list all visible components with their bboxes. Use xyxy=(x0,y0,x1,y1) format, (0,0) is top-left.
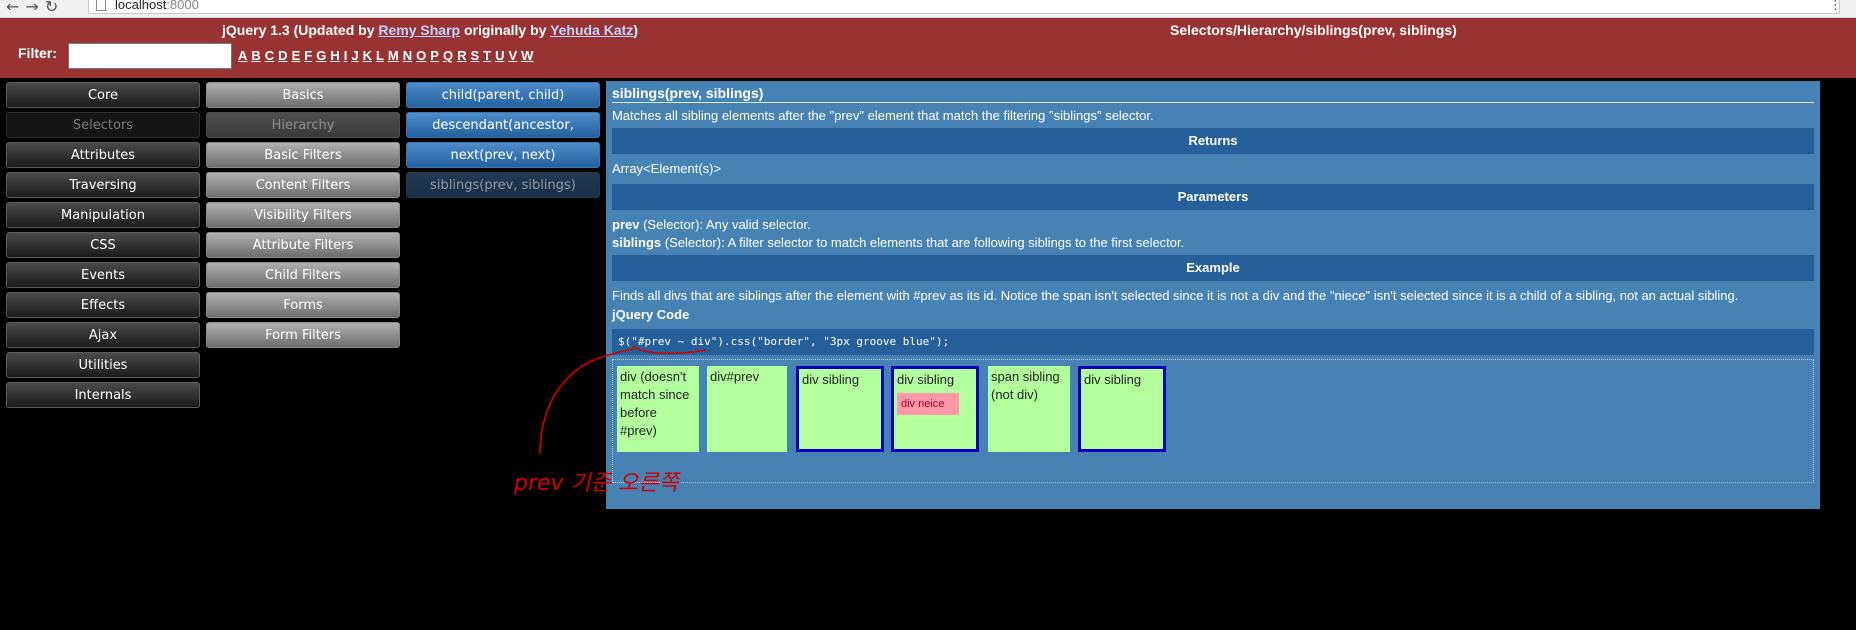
category-menu: Core Selectors Attributes Traversing Manipul… xyxy=(6,82,200,412)
letter-link-u[interactable]: U xyxy=(495,48,504,63)
menu-item-attributes[interactable]: Attributes xyxy=(6,142,200,168)
submenu-item-basic-filters[interactable]: Basic Filters xyxy=(206,142,400,168)
param-prev: prev (Selector): Any valid selector. xyxy=(612,217,811,232)
menu-item-events[interactable]: Events xyxy=(6,262,200,288)
filter-label: Filter: xyxy=(18,45,57,61)
demo-div-before: div (doesn't match since before #prev) xyxy=(617,366,699,452)
letter-link-g[interactable]: G xyxy=(316,48,326,63)
menu-item-effects[interactable]: Effects xyxy=(6,292,200,318)
param-siblings: siblings (Selector): A filter selector t… xyxy=(612,235,1185,250)
letter-link-i[interactable]: I xyxy=(344,48,348,63)
menu-item-traversing[interactable]: Traversing xyxy=(6,172,200,198)
letter-link-r[interactable]: R xyxy=(457,48,466,63)
header: jQuery 1.3 (Updated by Remy Sharp origin… xyxy=(0,18,1856,78)
parameters-heading: Parameters xyxy=(612,184,1814,210)
example-heading: Example xyxy=(612,255,1814,281)
letter-link-p[interactable]: P xyxy=(430,48,439,63)
letter-link-j[interactable]: J xyxy=(351,48,358,63)
method-item-siblings-prev-siblings[interactable]: siblings(prev, siblings) xyxy=(406,172,600,198)
method-menu: child(parent, child) descendant(ancestor,… xyxy=(406,82,600,202)
menu-item-css[interactable]: CSS xyxy=(6,232,200,258)
letter-link-v[interactable]: V xyxy=(508,48,517,63)
demo-area: div (doesn't match since before #prev) d… xyxy=(612,359,1814,483)
back-forward-reload-icons[interactable]: ←→↻ xyxy=(6,0,64,16)
author-link-remy[interactable]: Remy Sharp xyxy=(378,22,460,38)
menu-item-selectors[interactable]: Selectors xyxy=(6,112,200,138)
browser-menu-icon[interactable]: ⋮ xyxy=(1829,0,1842,13)
letter-link-h[interactable]: H xyxy=(330,48,339,63)
letter-link-l[interactable]: L xyxy=(376,48,384,63)
doc-description: Matches all sibling elements after the "… xyxy=(612,108,1154,123)
letter-link-a[interactable]: A xyxy=(238,48,247,63)
filter-input[interactable] xyxy=(68,43,232,69)
submenu-item-attribute-filters[interactable]: Attribute Filters xyxy=(206,232,400,258)
letter-link-d[interactable]: D xyxy=(278,48,287,63)
letter-link-e[interactable]: E xyxy=(292,48,301,63)
submenu-item-basics[interactable]: Basics xyxy=(206,82,400,108)
submenu-item-child-filters[interactable]: Child Filters xyxy=(206,262,400,288)
address-bar[interactable]: localhost:8000 xyxy=(88,0,1840,14)
url-text: localhost:8000 xyxy=(115,0,199,12)
demo-div-sibling-2: div sibling div neice xyxy=(891,366,979,452)
method-item-next-prev-next[interactable]: next(prev, next) xyxy=(406,142,600,168)
jquery-code-heading: jQuery Code xyxy=(612,307,690,322)
letter-link-w[interactable]: W xyxy=(521,48,533,63)
example-description: Finds all divs that are siblings after t… xyxy=(612,288,1739,303)
method-item-descendant-ancestor[interactable]: descendant(ancestor, xyxy=(406,112,600,138)
menu-item-core[interactable]: Core xyxy=(6,82,200,108)
demo-div-sibling-3: div sibling xyxy=(1078,366,1166,452)
demo-div-niece: div neice xyxy=(897,393,959,415)
demo-div-prev: div#prev xyxy=(707,366,787,452)
page-icon xyxy=(96,0,106,11)
method-item-child-parent-child[interactable]: child(parent, child) xyxy=(406,82,600,108)
letter-link-q[interactable]: Q xyxy=(443,48,453,63)
returns-value: Array<Element(s)> xyxy=(612,161,722,176)
author-link-yehuda[interactable]: Yehuda Katz xyxy=(550,22,633,38)
letter-link-n[interactable]: N xyxy=(403,48,412,63)
letter-link-c[interactable]: C xyxy=(265,48,274,63)
demo-span-sibling: span sibling (not div) xyxy=(988,366,1070,452)
letter-link-f[interactable]: F xyxy=(304,48,312,63)
submenu-item-hierarchy[interactable]: Hierarchy xyxy=(206,112,400,138)
letter-link-o[interactable]: O xyxy=(416,48,426,63)
subcategory-menu: Basics Hierarchy Basic Filters Content Filt… xyxy=(206,82,400,352)
submenu-item-form-filters[interactable]: Form Filters xyxy=(206,322,400,348)
submenu-item-visibility-filters[interactable]: Visibility Filters xyxy=(206,202,400,228)
submenu-item-forms[interactable]: Forms xyxy=(206,292,400,318)
doc-panel: siblings(prev, siblings) Matches all sib… xyxy=(606,81,1820,509)
returns-heading: Returns xyxy=(612,128,1814,154)
menu-item-manipulation[interactable]: Manipulation xyxy=(6,202,200,228)
menu-item-internals[interactable]: Internals xyxy=(6,382,200,408)
menu-item-ajax[interactable]: Ajax xyxy=(6,322,200,348)
submenu-item-content-filters[interactable]: Content Filters xyxy=(206,172,400,198)
app-title: jQuery 1.3 (Updated by Remy Sharp origin… xyxy=(222,22,638,38)
demo-div-sibling-1: div sibling xyxy=(796,366,884,452)
breadcrumb: Selectors/Hierarchy/siblings(prev, sibli… xyxy=(1170,22,1457,38)
letter-link-s[interactable]: S xyxy=(470,48,479,63)
alphabet-index: ABCDEFGHIJKLMNOPQRSTUVW xyxy=(238,48,537,63)
menu-item-utilities[interactable]: Utilities xyxy=(6,352,200,378)
code-snippet: $("#prev ~ div").css("border", "3px groo… xyxy=(612,329,1814,355)
letter-link-b[interactable]: B xyxy=(251,48,260,63)
browser-toolbar: ←→↻ localhost:8000 ⋮ xyxy=(0,0,1856,18)
letter-link-t[interactable]: T xyxy=(483,48,491,63)
letter-link-m[interactable]: M xyxy=(388,48,399,63)
doc-title: siblings(prev, siblings) xyxy=(612,85,1814,103)
letter-link-k[interactable]: K xyxy=(363,48,372,63)
